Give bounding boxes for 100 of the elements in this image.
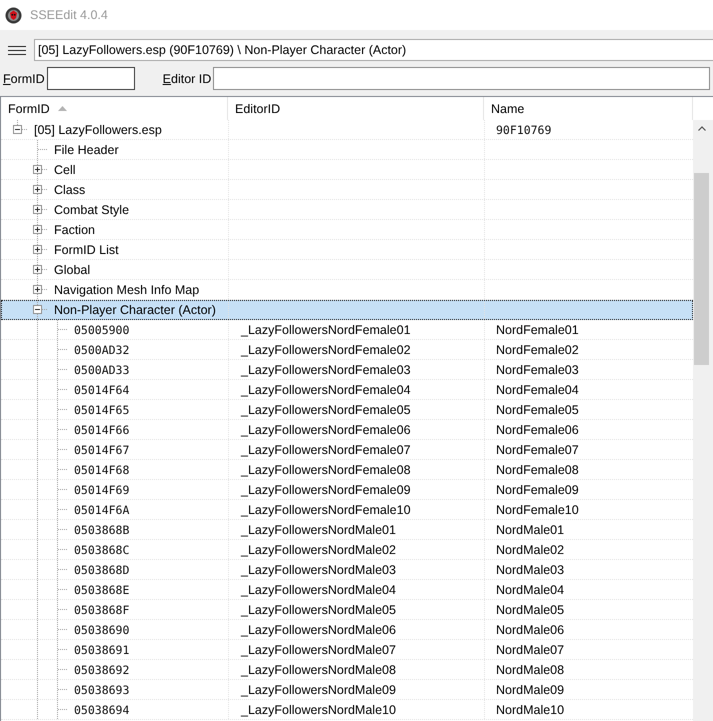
- tree-row[interactable]: 05014F66 _LazyFollowersNordFemale06 NordFemale06: [1, 420, 693, 440]
- editor-id-cell: _LazyFollowersNordFemale10: [241, 502, 411, 516]
- name-cell: NordFemale06: [496, 422, 579, 436]
- form-id-cell-text: 0503868D: [73, 562, 130, 576]
- name-cell: NordMale04: [496, 582, 564, 596]
- scrollbar-thumb[interactable]: [694, 173, 709, 365]
- name-cell: NordMale08: [496, 662, 564, 676]
- name-cell: NordFemale09: [496, 482, 579, 496]
- tree-node-label: Cell: [53, 162, 76, 176]
- app-icon: [5, 6, 22, 24]
- name-cell: NordMale09: [496, 682, 564, 696]
- form-id-cell-text: 0503868E: [73, 582, 130, 596]
- tree-node-label: [05] LazyFollowers.esp: [33, 122, 162, 136]
- tree-row[interactable]: Global: [1, 260, 693, 280]
- editor-id-cell: _LazyFollowersNordFemale01: [241, 322, 411, 336]
- form-id-cell-text: 05014F66: [73, 422, 130, 436]
- form-id-cell-text: 05014F69: [73, 482, 130, 496]
- name-cell: NordFemale07: [496, 442, 579, 456]
- editor-id-cell: _LazyFollowersNordFemale06: [241, 422, 411, 436]
- name-cell: NordMale06: [496, 622, 564, 636]
- tree-row[interactable]: 05014F6A _LazyFollowersNordFemale10 NordFemale10: [1, 500, 693, 520]
- tree-row[interactable]: 0503868B _LazyFollowersNordMale01 NordMale01: [1, 520, 693, 540]
- form-id-cell-text: 0503868B: [73, 522, 130, 536]
- editor-id-cell: _LazyFollowersNordMale10: [241, 702, 396, 716]
- name-cell: NordFemale03: [496, 362, 579, 376]
- editor-id-cell: _LazyFollowersNordMale03: [241, 562, 396, 576]
- form-id-input[interactable]: [46, 67, 135, 90]
- tree-row[interactable]: 05038690 _LazyFollowersNordMale06 NordMale06: [1, 620, 693, 640]
- form-id-cell-text: 0503868F: [73, 602, 130, 616]
- tree-row[interactable]: 05014F65 _LazyFollowersNordFemale05 NordFemale05: [1, 400, 693, 420]
- tree-node-label: Class: [53, 182, 86, 196]
- form-id-cell-text: 05038694: [73, 702, 130, 716]
- editor-id-cell: _LazyFollowersNordMale04: [241, 582, 396, 596]
- name-cell: NordFemale01: [496, 322, 579, 336]
- editor-id-cell: _LazyFollowersNordFemale09: [241, 482, 411, 496]
- tree-row[interactable]: 05005900 _LazyFollowersNordFemale01 NordFemale01: [1, 320, 693, 340]
- plus-icon[interactable]: [33, 205, 42, 214]
- form-id-cell-text: 05014F64: [73, 382, 130, 396]
- tree-node-label: Non-Player Character (Actor): [53, 302, 216, 316]
- plus-icon[interactable]: [33, 185, 42, 194]
- tree-row[interactable]: 05014F68 _LazyFollowersNordFemale08 NordFemale08: [1, 460, 693, 480]
- plus-icon[interactable]: [33, 245, 42, 254]
- tree-row[interactable]: 05014F64 _LazyFollowersNordFemale04 NordFemale04: [1, 380, 693, 400]
- tree-row[interactable]: 05038693 _LazyFollowersNordMale09 NordMale09: [1, 680, 693, 700]
- editor-id-cell: _LazyFollowersNordMale02: [241, 542, 396, 556]
- tree-node-label: Navigation Mesh Info Map: [53, 282, 200, 296]
- column-header[interactable]: FormID: [1, 97, 228, 120]
- window-title: SSEEdit 4.0.4: [30, 8, 108, 22]
- tree-row[interactable]: 0500AD32 _LazyFollowersNordFemale02 NordFemale02: [1, 340, 693, 360]
- tree-row[interactable]: 05038692 _LazyFollowersNordMale08 NordMale08: [1, 660, 693, 680]
- editor-id-cell: _LazyFollowersNordFemale03: [241, 362, 411, 376]
- tree-row[interactable]: File Header: [1, 140, 693, 160]
- editor-id-cell: _LazyFollowersNordMale05: [241, 602, 396, 616]
- name-cell: NordMale07: [496, 642, 564, 656]
- plus-icon[interactable]: [33, 165, 42, 174]
- editor-id-cell: _LazyFollowersNordFemale04: [241, 382, 411, 396]
- tree-row[interactable]: 05014F69 _LazyFollowersNordFemale09 NordFemale09: [1, 480, 693, 500]
- tree-node-label: FormID List: [53, 242, 119, 256]
- scrollbar-track[interactable]: [693, 120, 713, 721]
- tree-row[interactable]: 0503868F _LazyFollowersNordMale05 NordMale05: [1, 600, 693, 620]
- editor-id-cell: _LazyFollowersNordMale07: [241, 642, 396, 656]
- menu-icon[interactable]: [8, 46, 26, 54]
- name-cell: 90F10769: [496, 122, 552, 136]
- form-id-cell-text: 05005900: [73, 322, 130, 336]
- plus-icon[interactable]: [33, 265, 42, 274]
- plus-icon[interactable]: [33, 285, 42, 294]
- tree-row[interactable]: Class: [1, 180, 693, 200]
- form-id-cell-text: 05038691: [73, 642, 130, 656]
- tree-row[interactable]: 05038694 _LazyFollowersNordMale10 NordMale10: [1, 700, 693, 720]
- tree-row[interactable]: 05038691 _LazyFollowersNordMale07 NordMale07: [1, 640, 693, 660]
- name-cell: NordFemale04: [496, 382, 579, 396]
- tree-row[interactable]: FormID List: [1, 240, 693, 260]
- editor-id-cell: _LazyFollowersNordMale08: [241, 662, 396, 676]
- editor-id-cell: _LazyFollowersNordMale09: [241, 682, 396, 696]
- column-header[interactable]: EditorID: [228, 97, 484, 120]
- tree-node-label: File Header: [53, 142, 119, 156]
- editor-id-cell: _LazyFollowersNordFemale05: [241, 402, 411, 416]
- minus-icon[interactable]: [33, 305, 42, 314]
- tree-row[interactable]: Cell: [1, 160, 693, 180]
- editor-id-cell: _LazyFollowersNordMale01: [241, 522, 396, 536]
- tree-row[interactable]: Non-Player Character (Actor): [1, 300, 693, 320]
- tree-node-label: Faction: [53, 222, 95, 236]
- editor-id-cell: _LazyFollowersNordMale06: [241, 622, 396, 636]
- tree-row[interactable]: 05014F67 _LazyFollowersNordFemale07 NordFemale07: [1, 440, 693, 460]
- tree-row[interactable]: [05] LazyFollowers.esp 90F10769: [1, 120, 693, 140]
- tree-row[interactable]: 0503868E _LazyFollowersNordMale04 NordMale04: [1, 580, 693, 600]
- form-id-cell-text: 0500AD32: [73, 342, 130, 356]
- name-cell: NordMale02: [496, 542, 564, 556]
- plus-icon[interactable]: [33, 225, 42, 234]
- tree-row[interactable]: 0500AD33 _LazyFollowersNordFemale03 NordFemale03: [1, 360, 693, 380]
- minus-icon[interactable]: [13, 125, 22, 134]
- form-id-cell-text: 05038693: [73, 682, 130, 696]
- column-header[interactable]: Name: [484, 97, 693, 120]
- tree-row[interactable]: 0503868D _LazyFollowersNordMale03 NordMale03: [1, 560, 693, 580]
- tree-row[interactable]: 0503868C _LazyFollowersNordMale02 NordMale02: [1, 540, 693, 560]
- path-field[interactable]: [05] LazyFollowers.esp (90F10769) \ Non-Player Character (Actor): [34, 39, 713, 61]
- editor-id-input[interactable]: [213, 67, 710, 90]
- tree-row[interactable]: Faction: [1, 220, 693, 240]
- form-id-cell-text: 0503868C: [73, 542, 130, 556]
- tree-row[interactable]: Combat Style: [1, 200, 693, 220]
